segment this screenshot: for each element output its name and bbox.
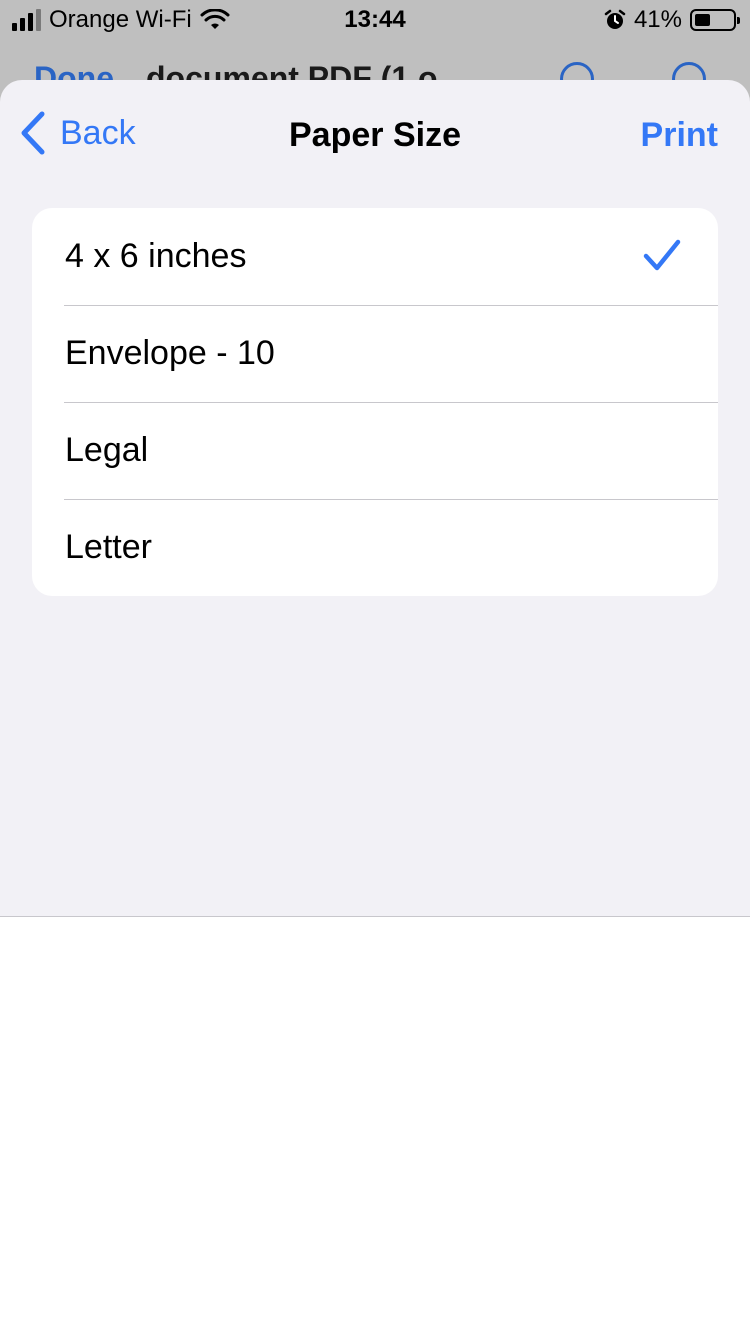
checkmark-icon: [643, 239, 681, 271]
paper-size-option-envelope-10[interactable]: Envelope - 10: [32, 305, 718, 402]
alarm-clock-icon: [604, 9, 626, 29]
paper-size-option-legal[interactable]: Legal: [32, 402, 718, 499]
status-bar: Orange Wi-Fi 13:44 41%: [0, 0, 750, 40]
option-label: Legal: [65, 431, 149, 469]
option-label: Letter: [65, 528, 152, 566]
battery-percent: 41%: [633, 6, 682, 33]
battery-icon: [690, 9, 740, 31]
option-label: 4 x 6 inches: [65, 237, 247, 275]
status-right: 41%: [604, 6, 740, 34]
paper-size-sheet: Back Paper Size Print 4 x 6 inches Envel…: [0, 80, 750, 1334]
paper-size-option-4x6[interactable]: 4 x 6 inches: [32, 208, 718, 305]
battery-fill: [695, 14, 710, 26]
page-title: Paper Size: [289, 116, 461, 154]
sheet-lower-area: [0, 916, 750, 1334]
screen: Orange Wi-Fi 13:44 41% Done document PDF…: [0, 0, 750, 1334]
paper-size-list: 4 x 6 inches Envelope - 10 Legal Letter: [32, 208, 718, 596]
navigation-bar: Back Paper Size Print: [0, 80, 750, 190]
print-button[interactable]: Print: [641, 116, 718, 155]
option-label: Envelope - 10: [65, 334, 275, 372]
paper-size-option-letter[interactable]: Letter: [32, 499, 718, 596]
